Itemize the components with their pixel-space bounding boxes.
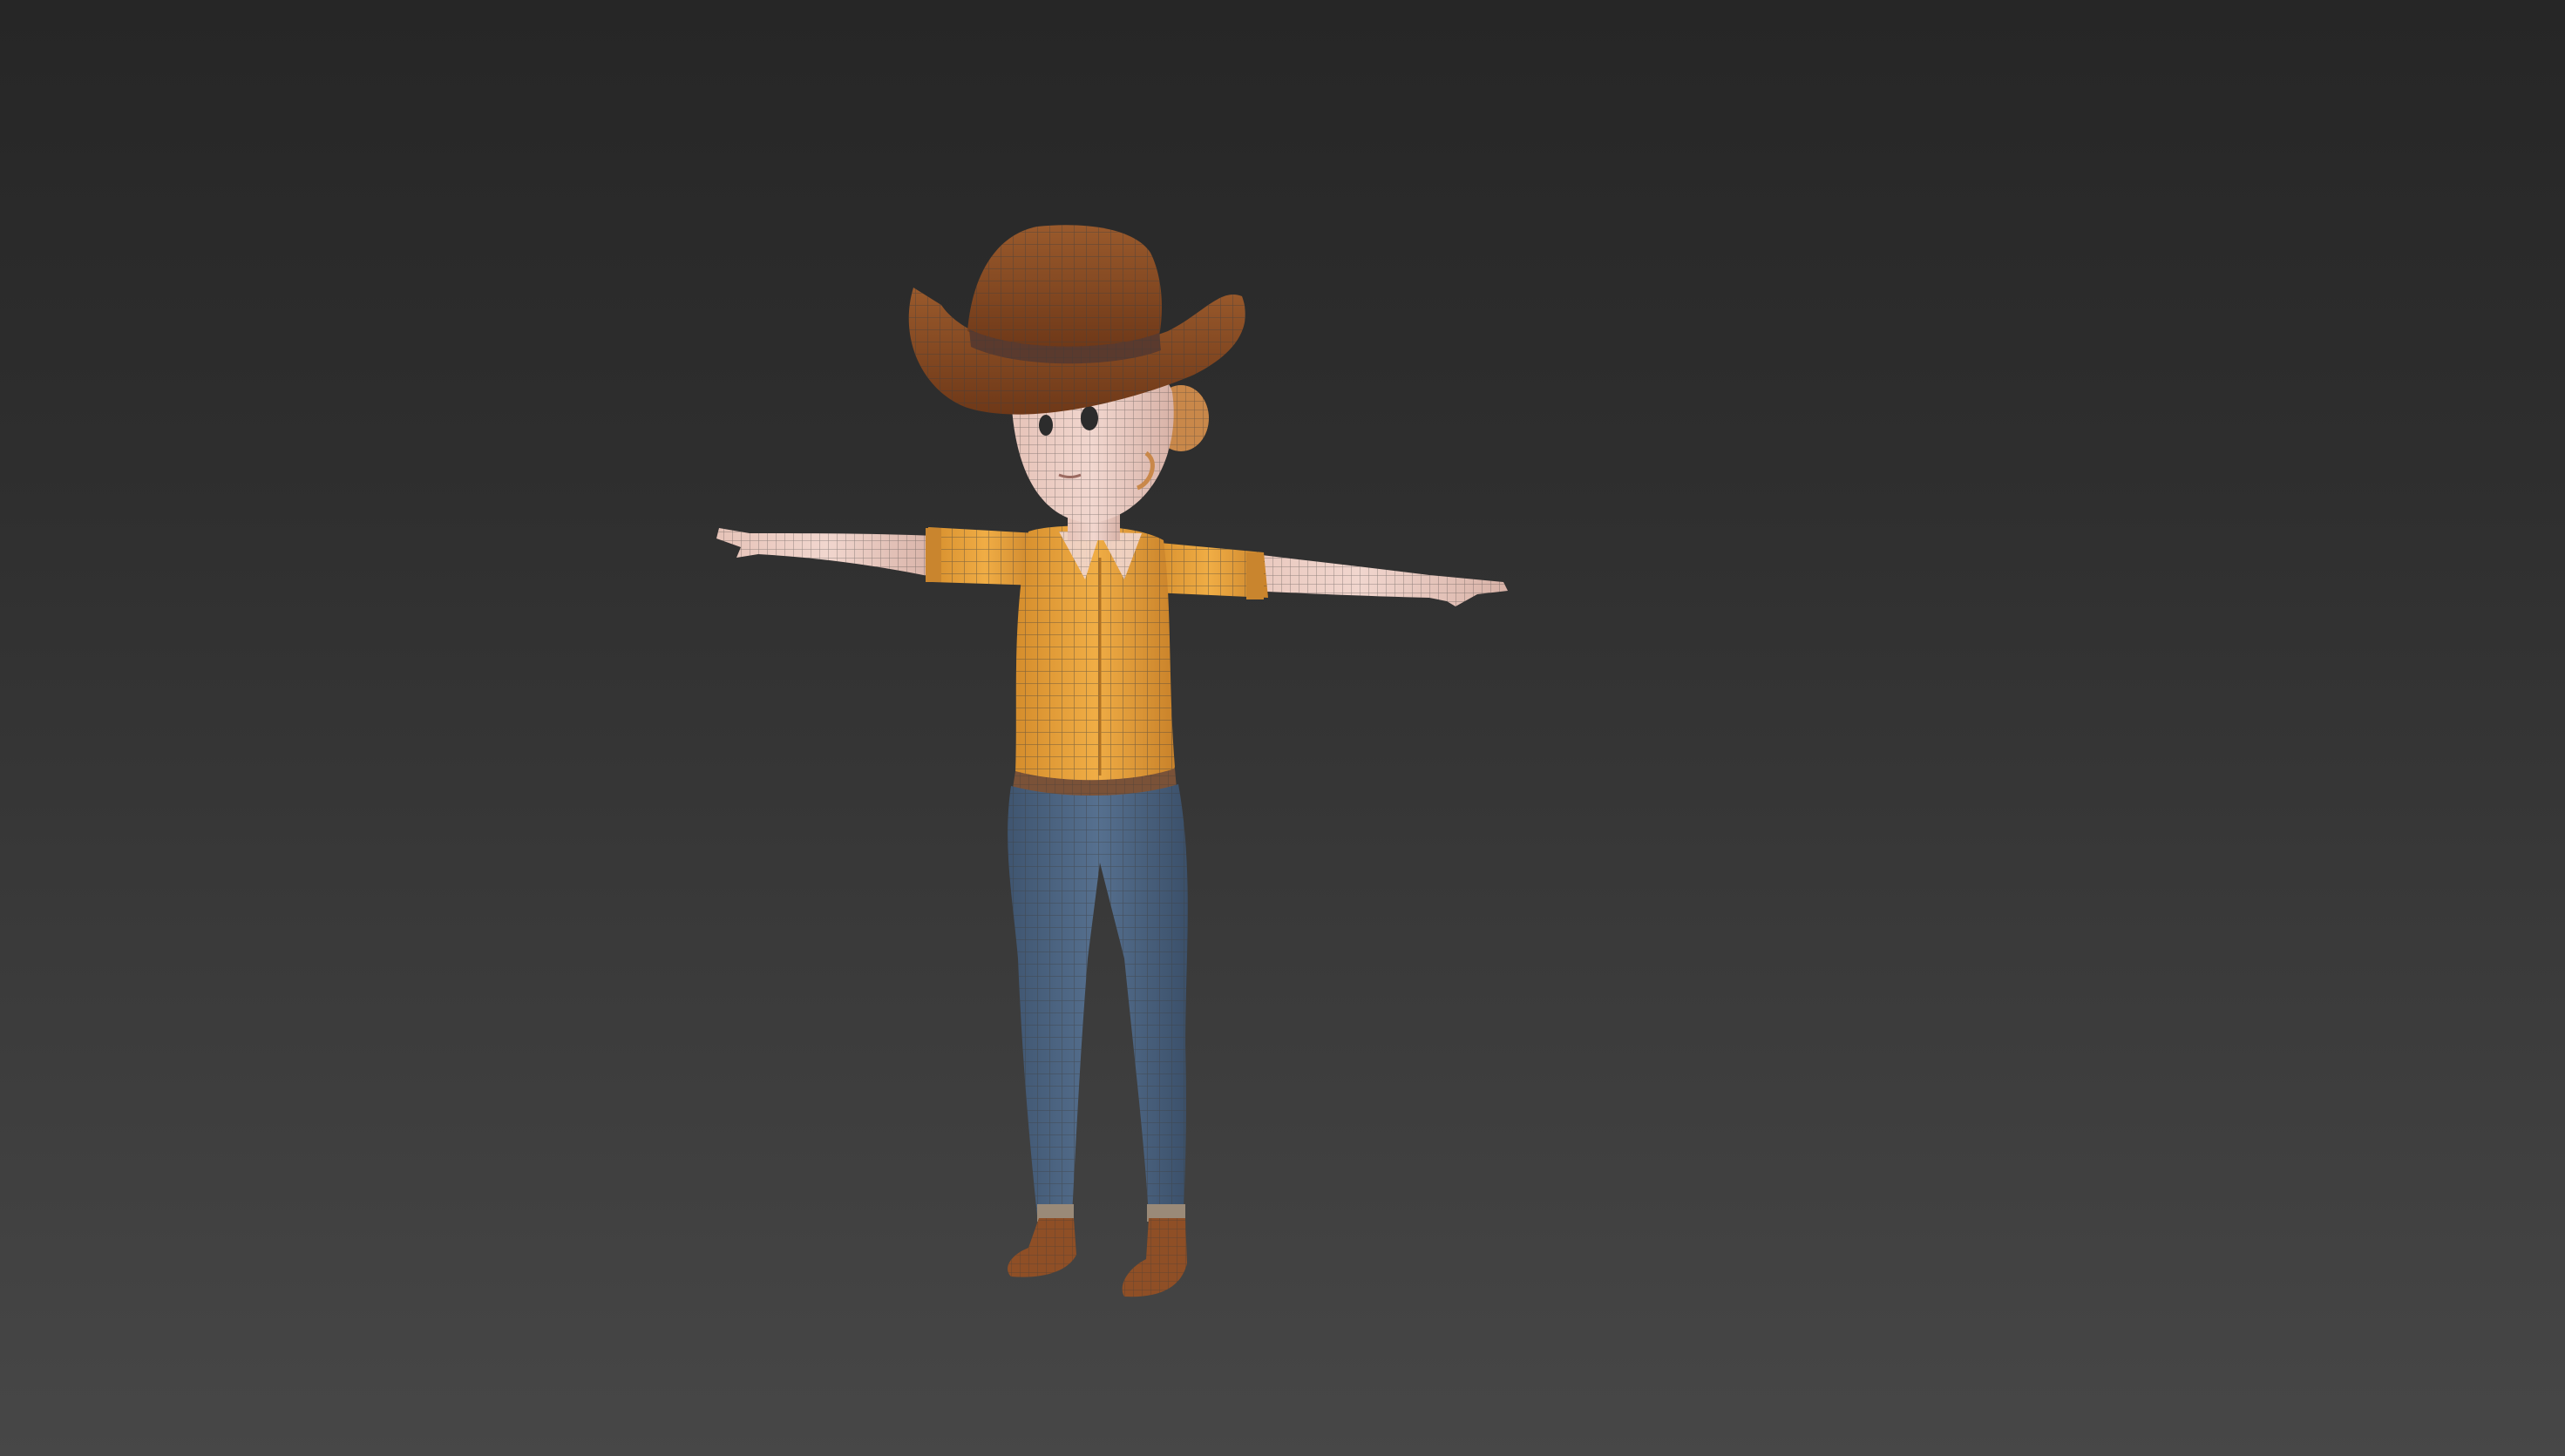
left-arm: [716, 528, 937, 577]
shirt-torso: [1015, 525, 1175, 782]
3d-viewport[interactable]: [0, 0, 2565, 1456]
eye-right: [1081, 406, 1098, 430]
cowboy-hat: [908, 225, 1245, 415]
jeans: [1008, 784, 1188, 1222]
eye-left: [1039, 415, 1053, 436]
boots: [1008, 1218, 1187, 1297]
character-model[interactable]: [0, 0, 2565, 1456]
